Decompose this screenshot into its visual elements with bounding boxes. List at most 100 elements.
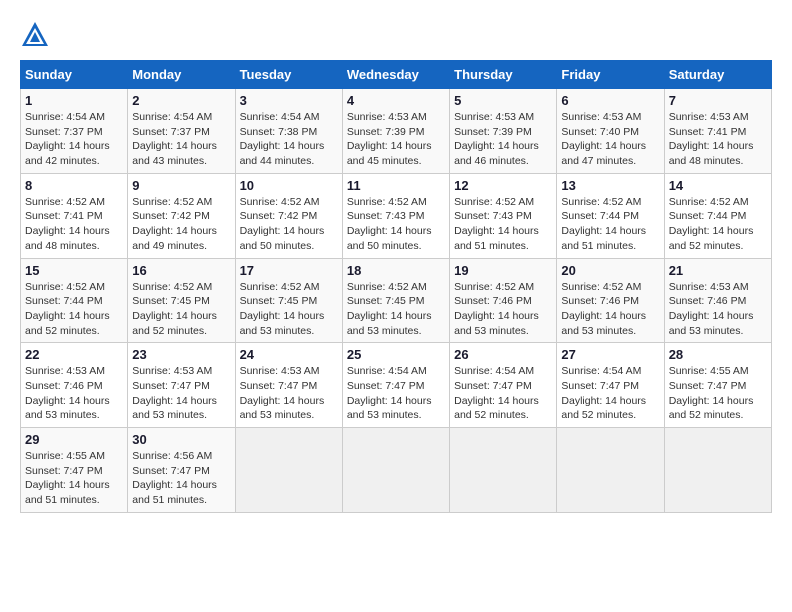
day-info: Sunrise: 4:54 AMSunset: 7:47 PMDaylight:…	[561, 364, 659, 423]
table-row: 21 Sunrise: 4:53 AMSunset: 7:46 PMDayligh…	[664, 258, 771, 343]
table-row	[342, 428, 449, 513]
table-row: 13 Sunrise: 4:52 AMSunset: 7:44 PMDayligh…	[557, 173, 664, 258]
table-row: 2 Sunrise: 4:54 AMSunset: 7:37 PMDaylight…	[128, 89, 235, 174]
table-row: 5Sunrise: 4:53 AMSunset: 7:39 PMDaylight…	[450, 89, 557, 174]
table-row: 1 Sunrise: 4:54 AMSunset: 7:37 PMDaylight…	[21, 89, 128, 174]
day-number: 24	[240, 347, 338, 362]
table-row: 23 Sunrise: 4:53 AMSunset: 7:47 PMDayligh…	[128, 343, 235, 428]
day-info: Sunrise: 4:53 AMSunset: 7:41 PMDaylight:…	[669, 110, 767, 169]
day-number: 26	[454, 347, 552, 362]
table-row: 16 Sunrise: 4:52 AMSunset: 7:45 PMDayligh…	[128, 258, 235, 343]
header-monday: Monday	[128, 61, 235, 89]
day-number: 3	[240, 93, 338, 108]
day-number: 16	[132, 263, 230, 278]
day-info: Sunrise: 4:53 AMSunset: 7:47 PMDaylight:…	[240, 364, 338, 423]
day-info: Sunrise: 4:53 AMSunset: 7:39 PMDaylight:…	[347, 110, 445, 169]
calendar-week-row: 22 Sunrise: 4:53 AMSunset: 7:46 PMDayligh…	[21, 343, 772, 428]
day-number: 14	[669, 178, 767, 193]
table-row	[235, 428, 342, 513]
day-info: Sunrise: 4:52 AMSunset: 7:46 PMDaylight:…	[454, 280, 552, 339]
day-info: Sunrise: 4:56 AMSunset: 7:47 PMDaylight:…	[132, 449, 230, 508]
table-row: 24 Sunrise: 4:53 AMSunset: 7:47 PMDayligh…	[235, 343, 342, 428]
calendar-week-row: 1 Sunrise: 4:54 AMSunset: 7:37 PMDaylight…	[21, 89, 772, 174]
table-row: 19 Sunrise: 4:52 AMSunset: 7:46 PMDayligh…	[450, 258, 557, 343]
day-number: 1	[25, 93, 123, 108]
table-row: 29Sunrise: 4:55 AMSunset: 7:47 PMDayligh…	[21, 428, 128, 513]
day-number: 12	[454, 178, 552, 193]
header	[20, 20, 772, 50]
day-number: 27	[561, 347, 659, 362]
header-friday: Friday	[557, 61, 664, 89]
day-number: 19	[454, 263, 552, 278]
table-row: 28 Sunrise: 4:55 AMSunset: 7:47 PMDayligh…	[664, 343, 771, 428]
day-number: 13	[561, 178, 659, 193]
table-row: 27 Sunrise: 4:54 AMSunset: 7:47 PMDayligh…	[557, 343, 664, 428]
table-row: 18 Sunrise: 4:52 AMSunset: 7:45 PMDayligh…	[342, 258, 449, 343]
table-row	[557, 428, 664, 513]
day-number: 15	[25, 263, 123, 278]
day-info: Sunrise: 4:53 AMSunset: 7:46 PMDaylight:…	[669, 280, 767, 339]
logo	[20, 20, 54, 50]
day-number: 2	[132, 93, 230, 108]
day-number: 21	[669, 263, 767, 278]
table-row: 20 Sunrise: 4:52 AMSunset: 7:46 PMDayligh…	[557, 258, 664, 343]
day-info: Sunrise: 4:52 AMSunset: 7:43 PMDaylight:…	[347, 195, 445, 254]
header-wednesday: Wednesday	[342, 61, 449, 89]
day-number: 8	[25, 178, 123, 193]
day-info: Sunrise: 4:52 AMSunset: 7:42 PMDaylight:…	[132, 195, 230, 254]
day-info: Sunrise: 4:55 AMSunset: 7:47 PMDaylight:…	[669, 364, 767, 423]
day-number: 25	[347, 347, 445, 362]
day-number: 20	[561, 263, 659, 278]
day-info: Sunrise: 4:54 AMSunset: 7:37 PMDaylight:…	[25, 110, 123, 169]
day-info: Sunrise: 4:52 AMSunset: 7:46 PMDaylight:…	[561, 280, 659, 339]
day-number: 23	[132, 347, 230, 362]
day-number: 7	[669, 93, 767, 108]
day-number: 22	[25, 347, 123, 362]
day-number: 10	[240, 178, 338, 193]
day-number: 30	[132, 432, 230, 447]
table-row: 9 Sunrise: 4:52 AMSunset: 7:42 PMDaylight…	[128, 173, 235, 258]
day-info: Sunrise: 4:52 AMSunset: 7:45 PMDaylight:…	[347, 280, 445, 339]
day-info: Sunrise: 4:53 AMSunset: 7:47 PMDaylight:…	[132, 364, 230, 423]
day-number: 9	[132, 178, 230, 193]
table-row: 12 Sunrise: 4:52 AMSunset: 7:43 PMDayligh…	[450, 173, 557, 258]
day-info: Sunrise: 4:52 AMSunset: 7:42 PMDaylight:…	[240, 195, 338, 254]
table-row: 4 Sunrise: 4:53 AMSunset: 7:39 PMDaylight…	[342, 89, 449, 174]
table-row: 15 Sunrise: 4:52 AMSunset: 7:44 PMDayligh…	[21, 258, 128, 343]
table-row: 25 Sunrise: 4:54 AMSunset: 7:47 PMDayligh…	[342, 343, 449, 428]
table-row: 30 Sunrise: 4:56 AMSunset: 7:47 PMDayligh…	[128, 428, 235, 513]
day-info: Sunrise: 4:52 AMSunset: 7:44 PMDaylight:…	[669, 195, 767, 254]
calendar-week-row: 8 Sunrise: 4:52 AMSunset: 7:41 PMDaylight…	[21, 173, 772, 258]
day-info: Sunrise: 4:52 AMSunset: 7:44 PMDaylight:…	[561, 195, 659, 254]
day-info: Sunrise: 4:54 AMSunset: 7:37 PMDaylight:…	[132, 110, 230, 169]
calendar-table: Sunday Monday Tuesday Wednesday Thursday…	[20, 60, 772, 513]
day-number: 4	[347, 93, 445, 108]
day-number: 17	[240, 263, 338, 278]
day-number: 5	[454, 93, 552, 108]
day-info: Sunrise: 4:52 AMSunset: 7:41 PMDaylight:…	[25, 195, 123, 254]
table-row: 7 Sunrise: 4:53 AMSunset: 7:41 PMDaylight…	[664, 89, 771, 174]
day-info: Sunrise: 4:54 AMSunset: 7:38 PMDaylight:…	[240, 110, 338, 169]
day-info: Sunrise: 4:53 AMSunset: 7:46 PMDaylight:…	[25, 364, 123, 423]
day-info: Sunrise: 4:52 AMSunset: 7:43 PMDaylight:…	[454, 195, 552, 254]
day-number: 29	[25, 432, 123, 447]
weekday-header-row: Sunday Monday Tuesday Wednesday Thursday…	[21, 61, 772, 89]
day-number: 18	[347, 263, 445, 278]
day-info: Sunrise: 4:53 AMSunset: 7:40 PMDaylight:…	[561, 110, 659, 169]
day-info: Sunrise: 4:52 AMSunset: 7:45 PMDaylight:…	[132, 280, 230, 339]
table-row: 8 Sunrise: 4:52 AMSunset: 7:41 PMDaylight…	[21, 173, 128, 258]
day-number: 6	[561, 93, 659, 108]
header-tuesday: Tuesday	[235, 61, 342, 89]
table-row: 22 Sunrise: 4:53 AMSunset: 7:46 PMDayligh…	[21, 343, 128, 428]
table-row: 11 Sunrise: 4:52 AMSunset: 7:43 PMDayligh…	[342, 173, 449, 258]
day-number: 11	[347, 178, 445, 193]
day-info: Sunrise: 4:54 AMSunset: 7:47 PMDaylight:…	[347, 364, 445, 423]
header-saturday: Saturday	[664, 61, 771, 89]
table-row: 6 Sunrise: 4:53 AMSunset: 7:40 PMDaylight…	[557, 89, 664, 174]
header-sunday: Sunday	[21, 61, 128, 89]
day-number: 28	[669, 347, 767, 362]
day-info: Sunrise: 4:52 AMSunset: 7:44 PMDaylight:…	[25, 280, 123, 339]
table-row	[450, 428, 557, 513]
table-row: 3 Sunrise: 4:54 AMSunset: 7:38 PMDaylight…	[235, 89, 342, 174]
table-row: 26Sunrise: 4:54 AMSunset: 7:47 PMDayligh…	[450, 343, 557, 428]
